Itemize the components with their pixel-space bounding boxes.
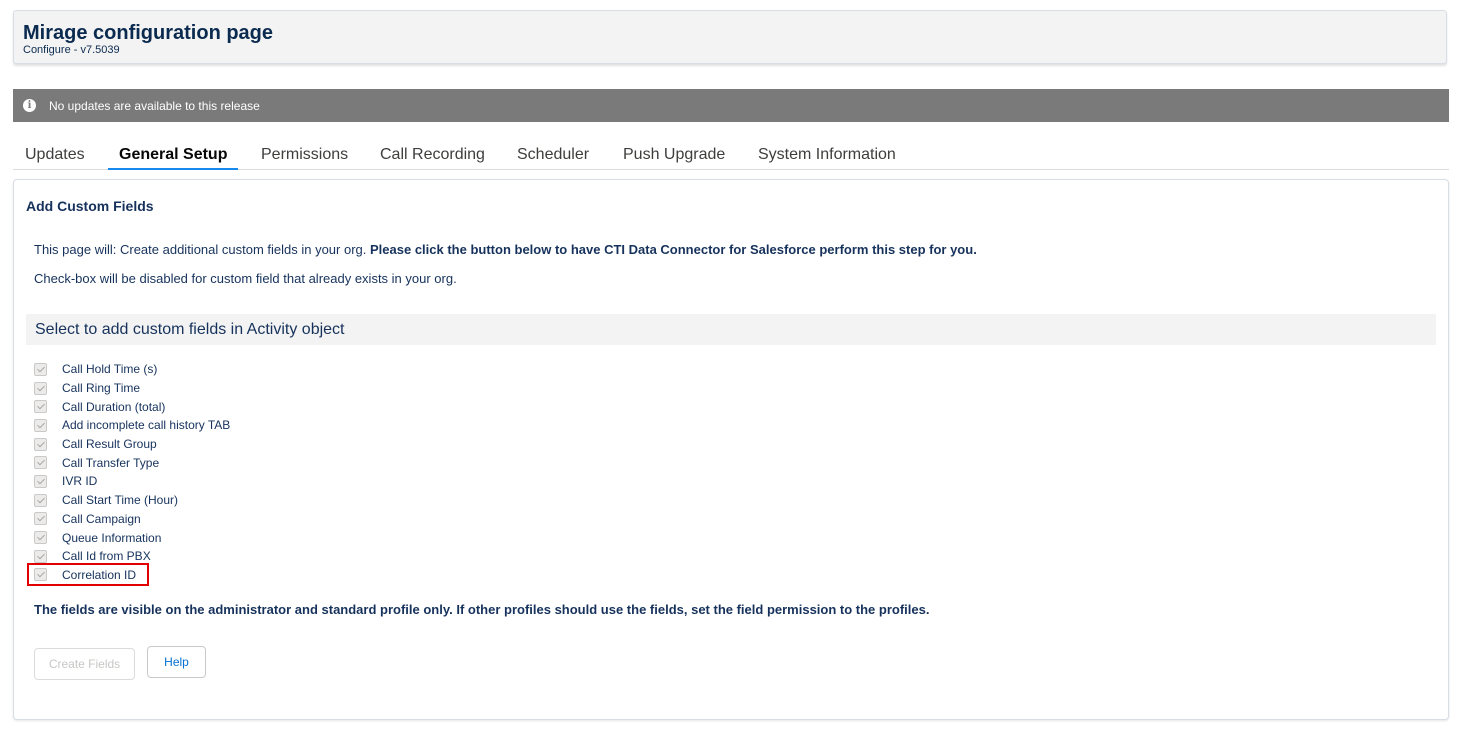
- field-checkbox[interactable]: [34, 381, 47, 395]
- field-checkbox[interactable]: [34, 512, 47, 526]
- tab-push-upgrade[interactable]: Push Upgrade: [623, 140, 725, 170]
- field-row: Call Campaign: [34, 510, 230, 529]
- field-row: Call Ring Time: [34, 379, 230, 398]
- custom-fields-panel: Add Custom Fields This page will: Create…: [13, 179, 1449, 720]
- field-checkbox[interactable]: [34, 437, 47, 451]
- field-row: Call Transfer Type: [34, 453, 230, 472]
- create-fields-button[interactable]: Create Fields: [34, 648, 135, 680]
- tab-updates[interactable]: Updates: [25, 140, 85, 170]
- field-row: Call Duration (total): [34, 397, 230, 416]
- tab-permissions[interactable]: Permissions: [261, 140, 348, 170]
- field-row: IVR ID: [34, 472, 230, 491]
- field-row: Add incomplete call history TAB: [34, 416, 230, 435]
- description-plain: This page will: Create additional custom…: [34, 242, 367, 257]
- field-row: Call Result Group: [34, 435, 230, 454]
- field-row: Call Hold Time (s): [34, 360, 230, 379]
- checkbox-note: Check-box will be disabled for custom fi…: [34, 271, 457, 286]
- field-row: Call Start Time (Hour): [34, 491, 230, 510]
- tab-bar: Updates General Setup Permissions Call R…: [13, 140, 1449, 170]
- custom-field-list: Call Hold Time (s) Call Ring Time Call D…: [34, 360, 230, 584]
- field-checkbox[interactable]: [34, 400, 47, 414]
- field-checkbox[interactable]: [34, 474, 47, 488]
- page-header: Mirage configuration page Configure - v7…: [13, 10, 1447, 64]
- section-header: Select to add custom fields in Activity …: [26, 314, 1436, 345]
- notice-text: No updates are available to this release: [49, 99, 260, 113]
- help-button[interactable]: Help: [147, 646, 206, 678]
- field-label: Queue Information: [62, 530, 162, 545]
- field-checkbox[interactable]: [34, 362, 47, 376]
- page-description: This page will: Create additional custom…: [34, 242, 977, 257]
- field-checkbox[interactable]: [34, 531, 47, 545]
- section-title: Select to add custom fields in Activity …: [35, 321, 345, 338]
- update-notice-bar: i No updates are available to this relea…: [13, 89, 1449, 122]
- field-checkbox[interactable]: [34, 418, 47, 432]
- field-label: Call Result Group: [62, 437, 157, 452]
- description-bold: Please click the button below to have CT…: [370, 242, 977, 257]
- field-label: Call Id from PBX: [62, 549, 151, 564]
- field-label: Call Start Time (Hour): [62, 493, 179, 508]
- info-icon: i: [23, 99, 36, 112]
- field-row: Queue Information: [34, 528, 230, 547]
- tab-system-information[interactable]: System Information: [758, 140, 896, 170]
- tab-call-recording[interactable]: Call Recording: [380, 140, 485, 170]
- field-label: Call Ring Time: [62, 381, 141, 396]
- field-checkbox[interactable]: [34, 549, 47, 563]
- visibility-note: The fields are visible on the administra…: [34, 602, 930, 617]
- tab-general-setup[interactable]: General Setup: [108, 140, 239, 170]
- field-checkbox[interactable]: [34, 493, 47, 507]
- tab-scheduler[interactable]: Scheduler: [517, 140, 589, 170]
- page-subtitle: Configure - v7.5039: [23, 44, 120, 56]
- correlation-id-highlight-box: [27, 563, 149, 586]
- page-title: Mirage configuration page: [23, 22, 274, 44]
- field-checkbox[interactable]: [34, 456, 47, 470]
- field-label: Call Hold Time (s): [62, 362, 158, 377]
- field-label: IVR ID: [62, 474, 98, 489]
- field-label: Call Campaign: [62, 511, 141, 526]
- field-label: Call Transfer Type: [62, 455, 160, 470]
- panel-title: Add Custom Fields: [26, 198, 154, 214]
- field-label: Add incomplete call history TAB: [62, 418, 231, 433]
- field-label: Call Duration (total): [62, 399, 166, 414]
